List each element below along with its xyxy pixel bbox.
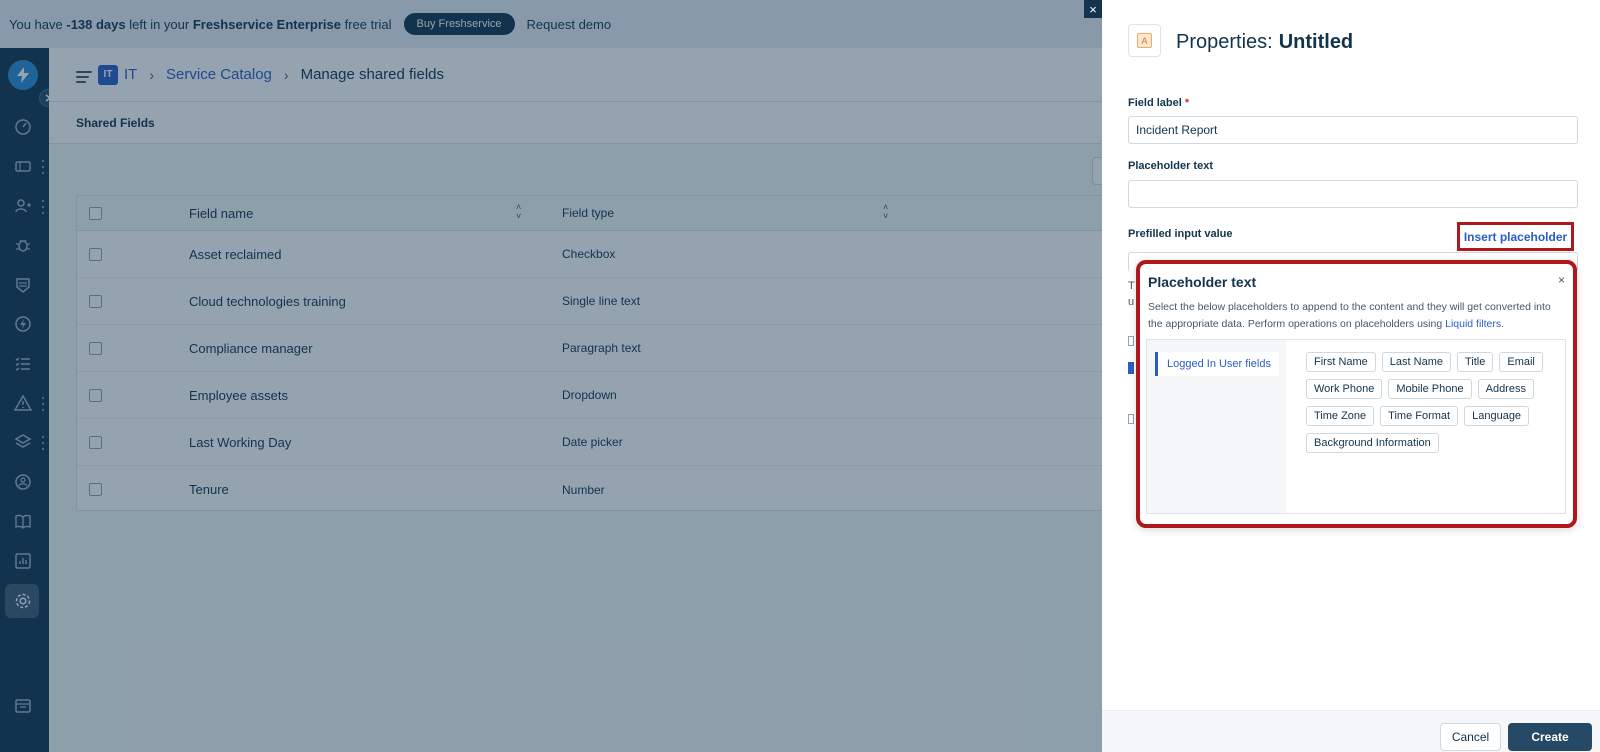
placeholder-chip-address[interactable]: Address <box>1477 379 1534 399</box>
modal-backdrop[interactable] <box>0 0 1102 752</box>
popover-description: Select the below placeholders to append … <box>1148 301 1551 330</box>
prefilled-input-label: Prefilled input value <box>1128 228 1233 240</box>
cancel-button[interactable]: Cancel <box>1440 723 1501 751</box>
placeholder-chip-first-name[interactable]: First Name <box>1306 352 1376 372</box>
placeholder-chip-work-phone[interactable]: Work Phone <box>1306 379 1383 399</box>
close-panel-icon[interactable]: × <box>1084 0 1102 18</box>
placeholder-chips: First Name Last Name Title Email Work Ph… <box>1286 340 1565 513</box>
placeholder-categories: Logged In User fields <box>1147 340 1286 513</box>
field-label-label: Field label * <box>1128 97 1190 109</box>
placeholder-text-label: Placeholder text <box>1128 160 1213 172</box>
required-mark: * <box>1184 97 1190 109</box>
placeholder-chip-language[interactable]: Language <box>1464 406 1530 426</box>
text-field-icon: A <box>1128 24 1161 57</box>
placeholder-chip-time-zone[interactable]: Time Zone <box>1306 406 1375 426</box>
placeholder-chip-title[interactable]: Title <box>1456 352 1494 372</box>
popover-title: Placeholder text <box>1148 274 1257 290</box>
placeholder-chip-email[interactable]: Email <box>1499 352 1543 372</box>
placeholder-chip-last-name[interactable]: Last Name <box>1381 352 1451 372</box>
help-text-fragment: u <box>1128 296 1135 308</box>
panel-footer: Cancel Create <box>1102 710 1600 752</box>
option-checkbox[interactable] <box>1128 336 1134 346</box>
option-checkbox[interactable] <box>1128 414 1134 424</box>
close-popover-icon[interactable]: × <box>1558 273 1565 287</box>
placeholder-popover: Placeholder text × Select the below plac… <box>1136 260 1577 528</box>
field-label-input[interactable] <box>1128 116 1578 144</box>
tab-logged-in-user-fields[interactable]: Logged In User fields <box>1155 352 1279 376</box>
option-toggle[interactable] <box>1128 362 1134 374</box>
placeholder-chip-mobile-phone[interactable]: Mobile Phone <box>1388 379 1472 399</box>
insert-placeholder-link[interactable]: Insert placeholder <box>1457 222 1574 251</box>
panel-title: Properties: Untitled <box>1176 31 1354 53</box>
create-button[interactable]: Create <box>1508 723 1592 751</box>
app-background: You have -138 days left in your Freshser… <box>0 0 1116 752</box>
placeholder-text-input[interactable] <box>1128 180 1578 208</box>
help-text-fragment: T <box>1128 280 1135 292</box>
placeholder-chip-time-format[interactable]: Time Format <box>1380 406 1459 426</box>
liquid-filters-link[interactable]: Liquid filters <box>1445 318 1501 330</box>
placeholder-chip-background-information[interactable]: Background Information <box>1306 433 1439 453</box>
placeholder-picker: Logged In User fields First Name Last Na… <box>1146 339 1566 514</box>
